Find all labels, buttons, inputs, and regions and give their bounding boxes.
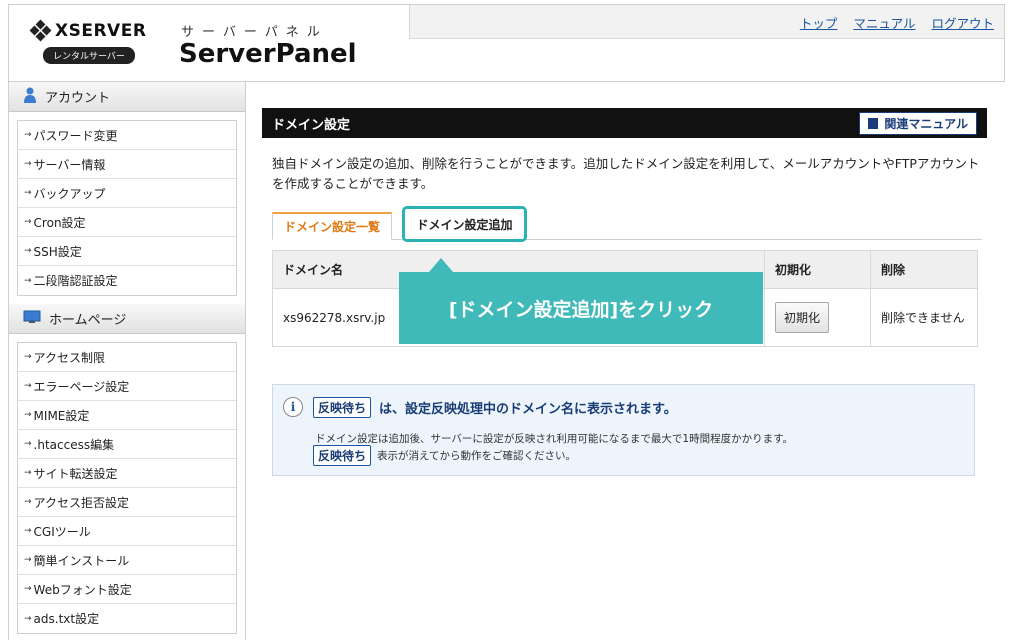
sidebar-item-redirect[interactable]: → サイト転送設定	[18, 459, 236, 488]
sidebar-section-homepage: ホームページ	[9, 304, 245, 334]
arrow-icon: →	[24, 410, 32, 420]
arrow-icon: →	[24, 275, 32, 286]
manual-link[interactable]: マニュアル	[853, 13, 915, 32]
sidebar-item-label: アクセス拒否設定	[33, 495, 129, 510]
sidebar-item-label: エラーページ設定	[33, 379, 130, 394]
product-name: ServerPanel	[179, 39, 357, 69]
sidebar-item-server-info[interactable]: → サーバー情報	[18, 150, 236, 179]
sidebar-item-ssh[interactable]: → SSH設定	[18, 237, 236, 266]
sidebar-item-access-limit[interactable]: → アクセス制限	[18, 343, 236, 372]
arrow-icon: →	[24, 352, 32, 362]
arrow-icon: →	[24, 613, 32, 624]
arrow-icon: →	[24, 217, 32, 227]
sidebar-item-password[interactable]: → パスワード変更	[18, 121, 236, 150]
logo[interactable]: XSERVER レンタルサーバー サーバーパネル ServerPanel	[9, 5, 409, 81]
sidebar-item-label: バックアップ	[33, 186, 106, 201]
top-links: トップ マニュアル ログアウト	[800, 13, 994, 32]
sidebar-item-label: サイト転送設定	[33, 466, 118, 481]
account-menu: → パスワード変更 → サーバー情報 → バックアップ → Cron設定 → SSH設定 …	[17, 120, 237, 296]
sidebar-item-mime[interactable]: → MIME設定	[18, 401, 236, 430]
sidebar-item-cron[interactable]: → Cron設定	[18, 208, 236, 237]
arrow-icon: →	[24, 526, 32, 536]
sidebar-item-label: SSH設定	[33, 244, 82, 259]
sidebar-item-label: ads.txt設定	[33, 612, 100, 626]
info-note-row: 反映待ち 表示が消えてから動作をご確認ください。	[313, 445, 576, 466]
info-headline-row: 反映待ち は、設定反映処理中のドメイン名に表示されます。	[313, 397, 677, 418]
tab-bar: ドメイン設定一覧 ドメイン設定追加	[272, 206, 982, 242]
arrow-icon: →	[24, 246, 32, 256]
product-kana: サーバーパネル	[181, 25, 328, 40]
sidebar-item-error-page[interactable]: → エラーページ設定	[18, 372, 236, 401]
pending-badge: 反映待ち	[313, 397, 372, 418]
arrow-icon: →	[24, 159, 32, 169]
sidebar-item-label: Webフォント設定	[33, 582, 132, 597]
arrow-icon: →	[24, 439, 32, 449]
sidebar-item-webfont[interactable]: → Webフォント設定	[18, 575, 236, 604]
arrow-icon: →	[24, 555, 32, 565]
tab-domain-add[interactable]: ドメイン設定追加	[402, 206, 527, 242]
callout-arrow	[429, 258, 453, 272]
sidebar-item-label: .htaccess編集	[33, 437, 115, 452]
person-icon	[23, 87, 37, 107]
info-box: i 反映待ち は、設定反映処理中のドメイン名に表示されます。 ドメイン設定は追加…	[272, 384, 975, 476]
related-manual-button[interactable]: 関連マニュアル	[859, 111, 977, 135]
sidebar-item-label: パスワード変更	[33, 128, 118, 143]
arrow-icon: →	[24, 381, 32, 391]
delete-cell: 削除できません	[870, 288, 978, 347]
sidebar-item-label: 簡単インストール	[33, 553, 130, 568]
sidebar-item-access-deny[interactable]: → アクセス拒否設定	[18, 488, 236, 517]
init-button[interactable]: 初期化	[775, 302, 830, 333]
info-headline: は、設定反映処理中のドメイン名に表示されます。	[379, 402, 677, 417]
column-header-init: 初期化	[764, 250, 871, 289]
top-bar: トップ マニュアル ログアウト	[409, 5, 1004, 39]
info-icon: i	[283, 397, 303, 417]
arrow-icon: →	[24, 468, 32, 478]
header: XSERVER レンタルサーバー サーバーパネル ServerPanel トップ…	[8, 4, 1005, 82]
sidebar-item-label: サーバー情報	[33, 157, 106, 172]
brand-name: XSERVER	[55, 21, 147, 41]
diamond-logo-icon	[29, 19, 52, 42]
sidebar-item-backup[interactable]: → バックアップ	[18, 179, 236, 208]
book-icon	[868, 117, 879, 129]
arrow-icon: →	[24, 188, 32, 198]
sidebar-item-ads-txt[interactable]: → ads.txt設定	[18, 604, 236, 633]
sidebar-item-label: CGIツール	[33, 524, 91, 539]
sidebar-section-title: ホームページ	[49, 313, 127, 328]
xserver-logo: XSERVER	[29, 19, 147, 42]
arrow-icon: →	[24, 497, 32, 507]
arrow-icon: →	[24, 130, 32, 140]
page-title: ドメイン設定	[272, 117, 351, 133]
sidebar-item-label: 二段階認証設定	[33, 274, 118, 288]
tab-domain-list[interactable]: ドメイン設定一覧	[272, 212, 392, 240]
related-manual-label: 関連マニュアル	[884, 116, 968, 131]
top-link[interactable]: トップ	[800, 13, 838, 32]
init-cell: 初期化	[764, 288, 871, 347]
info-note: 表示が消えてから動作をご確認ください。	[377, 450, 576, 462]
sidebar-section-title: アカウント	[45, 91, 111, 106]
sidebar-item-htaccess[interactable]: → .htaccess編集	[18, 430, 236, 459]
column-header-delete: 削除	[870, 250, 978, 289]
sidebar-item-2fa[interactable]: → 二段階認証設定	[18, 266, 236, 295]
sidebar-item-cgi[interactable]: → CGIツール	[18, 517, 236, 546]
info-detail: ドメイン設定は追加後、サーバーに設定が反映され利用可能になるまで最大で1時間程度…	[315, 433, 794, 445]
sidebar-section-account: アカウント	[9, 82, 245, 112]
sidebar-item-label: アクセス制限	[33, 350, 105, 365]
pending-badge-small: 反映待ち	[313, 445, 372, 466]
sidebar-item-label: Cron設定	[33, 215, 86, 230]
tutorial-callout: [ドメイン設定追加]をクリック	[399, 272, 763, 344]
monitor-icon	[23, 310, 41, 328]
sidebar-item-easy-install[interactable]: → 簡単インストール	[18, 546, 236, 575]
homepage-menu: → アクセス制限 → エラーページ設定 → MIME設定 → .htaccess編集 →…	[17, 342, 237, 634]
page-description: 独自ドメイン設定の追加、削除を行うことができます。追加したドメイン設定を利用して…	[272, 156, 980, 191]
sidebar-item-label: MIME設定	[33, 408, 90, 423]
page-title-bar: ドメイン設定 関連マニュアル	[262, 108, 987, 138]
rental-badge: レンタルサーバー	[43, 47, 135, 64]
logout-link[interactable]: ログアウト	[931, 13, 994, 32]
sidebar: アカウント → パスワード変更 → サーバー情報 → バックアップ → Cron設定 →…	[8, 82, 246, 640]
arrow-icon: →	[24, 584, 32, 594]
